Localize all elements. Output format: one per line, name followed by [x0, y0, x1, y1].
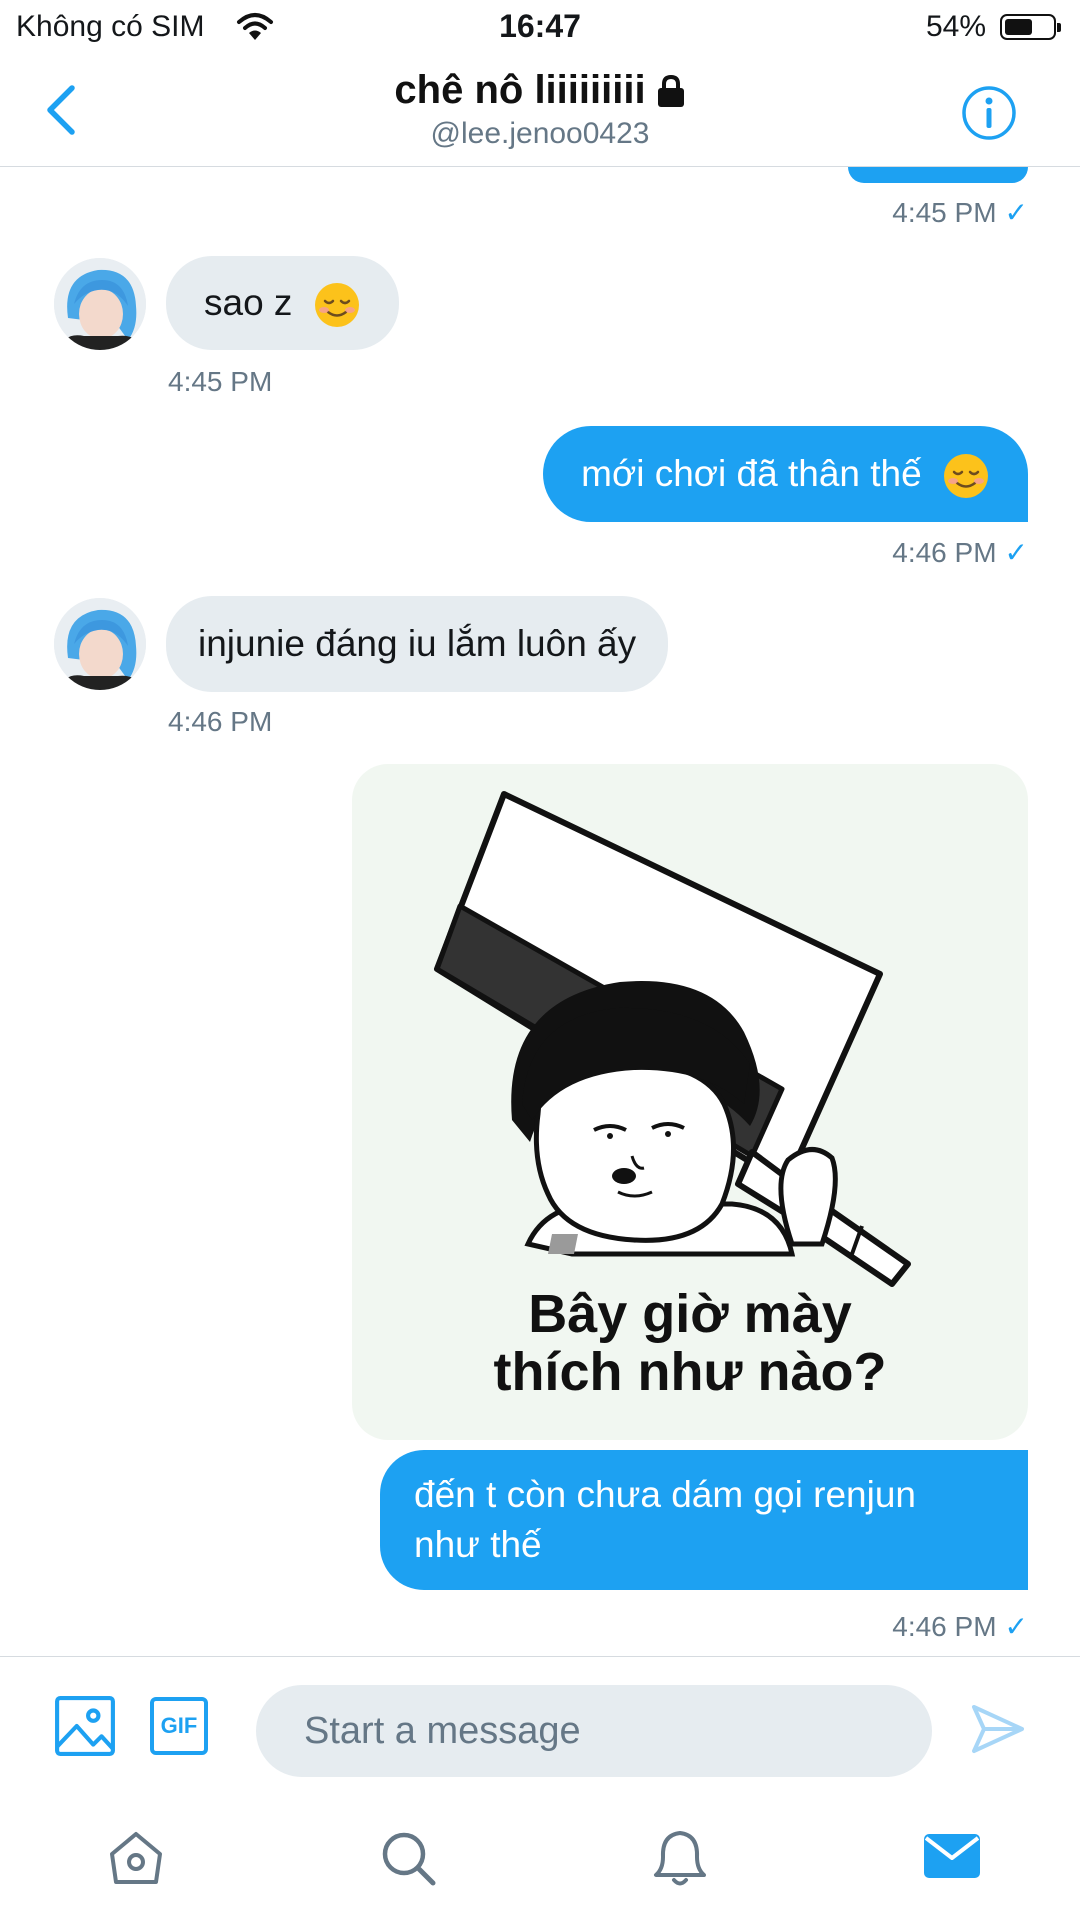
conversation-title: chê nô liiiiiiiii — [394, 68, 685, 113]
sent-check-icon: ✓ — [1004, 197, 1028, 228]
messages-envelope-icon[interactable] — [922, 1832, 982, 1880]
sticker-caption-line: Bây giờ mày — [528, 1284, 852, 1344]
contact-avatar[interactable] — [54, 258, 146, 350]
sticker-image[interactable]: Bây giờ mày thích như nào? — [352, 764, 1028, 1440]
relieved-smile-emoji-icon — [314, 283, 359, 328]
conversation-title-block[interactable]: chê nô liiiiiiiii @lee.jenoo0423 — [0, 68, 1080, 151]
sent-check-icon: ✓ — [1004, 1611, 1028, 1642]
message-input[interactable]: Start a message — [256, 1685, 932, 1777]
meme-sticker-drawing: Bây giờ mày thích như nào? — [434, 791, 911, 1402]
notifications-bell-icon[interactable] — [650, 1826, 710, 1888]
message-text-line: như thế — [414, 1524, 542, 1565]
outgoing-message[interactable]: mới chơi đã thân thế — [543, 426, 1028, 522]
incoming-message[interactable]: sao z — [166, 256, 399, 350]
battery-percent: 54% — [926, 10, 987, 43]
sticker-caption-line: thích như nào? — [493, 1342, 886, 1402]
status-bar: Không có SIM 16:47 54% — [0, 0, 1080, 56]
message-text: sao z — [204, 282, 293, 323]
message-timestamp: 4:46 PM ✓ — [892, 537, 1028, 568]
info-icon[interactable] — [960, 84, 1018, 142]
sent-check-icon: ✓ — [1004, 537, 1028, 568]
message-input-placeholder: Start a message — [304, 1710, 581, 1752]
search-icon[interactable] — [378, 1828, 438, 1888]
message-text: injunie đáng iu lắm luôn ấy — [198, 623, 637, 664]
lock-icon — [657, 74, 684, 107]
message-text: mới chơi đã thân thế — [581, 453, 922, 494]
contact-handle: @lee.jenoo0423 — [430, 117, 650, 150]
avatar-image — [54, 258, 146, 350]
tab-bar — [0, 1792, 1080, 1920]
incoming-message[interactable]: injunie đáng iu lắm luôn ấy — [166, 596, 669, 692]
image-icon[interactable] — [54, 1695, 116, 1757]
send-icon[interactable] — [970, 1701, 1026, 1757]
battery-icon — [1000, 14, 1061, 40]
message-timestamp: 4:45 PM — [168, 366, 273, 397]
avatar-image — [54, 598, 146, 690]
message-composer: GIF Start a message — [0, 1656, 1080, 1793]
contact-name: chê nô liiiiiiiii — [394, 68, 646, 112]
relieved-smile-emoji-icon — [944, 454, 988, 499]
gif-label: GIF — [160, 1713, 198, 1738]
gif-button[interactable]: GIF — [150, 1697, 208, 1755]
message-text-line: đến t còn chưa dám gọi renjun — [414, 1474, 916, 1515]
contact-avatar[interactable] — [54, 598, 146, 690]
outgoing-message[interactable]: đến t còn chưa dám gọi renjun như thế — [380, 1450, 1028, 1590]
conversation-header: chê nô liiiiiiiii @lee.jenoo0423 — [0, 56, 1080, 167]
home-icon[interactable] — [106, 1828, 166, 1888]
message-timestamp: 4:46 PM ✓ — [892, 1611, 1028, 1642]
message-timestamp: 4:46 PM — [168, 706, 273, 737]
message-timestamp: 4:45 PM ✓ — [892, 197, 1028, 228]
clock: 16:47 — [499, 8, 581, 44]
outgoing-message-partial — [848, 167, 1028, 183]
